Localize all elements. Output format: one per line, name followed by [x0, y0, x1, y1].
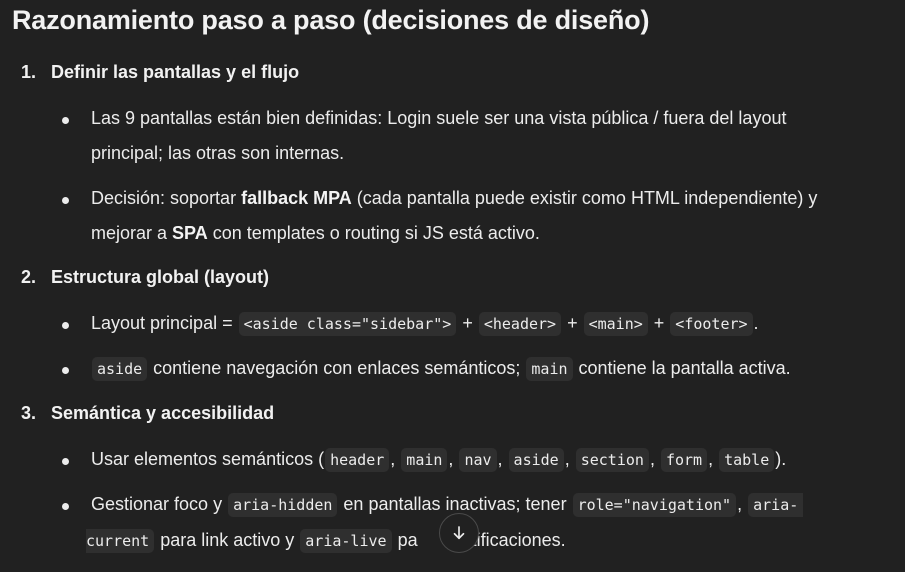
arrow-down-icon	[453, 526, 465, 540]
code-inline: aria-hidden	[228, 493, 338, 517]
bullet-text-cont: principal; las otras son internas.	[91, 143, 345, 163]
section-1-heading: 1. Definir las pantallas y el flujo	[21, 62, 300, 82]
bullet-text: Decisión: soportar fallback MPA (cada pa…	[91, 188, 818, 208]
code-inline: <main>	[583, 312, 648, 336]
code-inline: aside	[508, 448, 564, 472]
bullet-text: Gestionar foco y aria-hidden en pantalla…	[91, 492, 804, 517]
section-3-heading: 3. Semántica y accesibilidad	[21, 403, 275, 423]
code-inline: aside	[92, 357, 148, 381]
bullet-text: aside contiene navegación con enlaces se…	[91, 356, 791, 381]
section-2-heading: 2. Estructura global (layout)	[21, 267, 270, 287]
scroll-to-bottom-button[interactable]	[439, 513, 479, 553]
bullet-text: Usar elementos semánticos (header, main,…	[91, 447, 786, 472]
code-inline: main	[401, 448, 448, 472]
code-inline: header	[325, 448, 390, 472]
code-inline: <aside class="sidebar">	[238, 312, 457, 336]
bullet-text: Las 9 pantallas están bien definidas: Lo…	[91, 108, 787, 128]
bullet-text-cont: mejorar a SPA con templates o routing si…	[91, 223, 540, 243]
bullet-text-cont: current para link activo y aria-live pa n…	[86, 528, 566, 553]
code-inline: table	[719, 448, 775, 472]
code-inline: role="navigation"	[572, 493, 737, 517]
code-inline: <header>	[478, 312, 562, 336]
code-inline: <footer>	[670, 312, 753, 336]
code-inline: current	[86, 529, 155, 553]
bullet-text: Layout principal = <aside class="sidebar…	[91, 311, 759, 336]
code-inline: main	[526, 357, 573, 381]
code-inline: section	[575, 448, 649, 472]
code-inline: form	[660, 448, 708, 472]
page-title: Razonamiento paso a paso (decisiones de …	[12, 5, 650, 35]
code-inline: aria-	[748, 493, 804, 517]
code-inline: nav	[459, 448, 497, 472]
code-inline: aria-live	[300, 529, 392, 553]
